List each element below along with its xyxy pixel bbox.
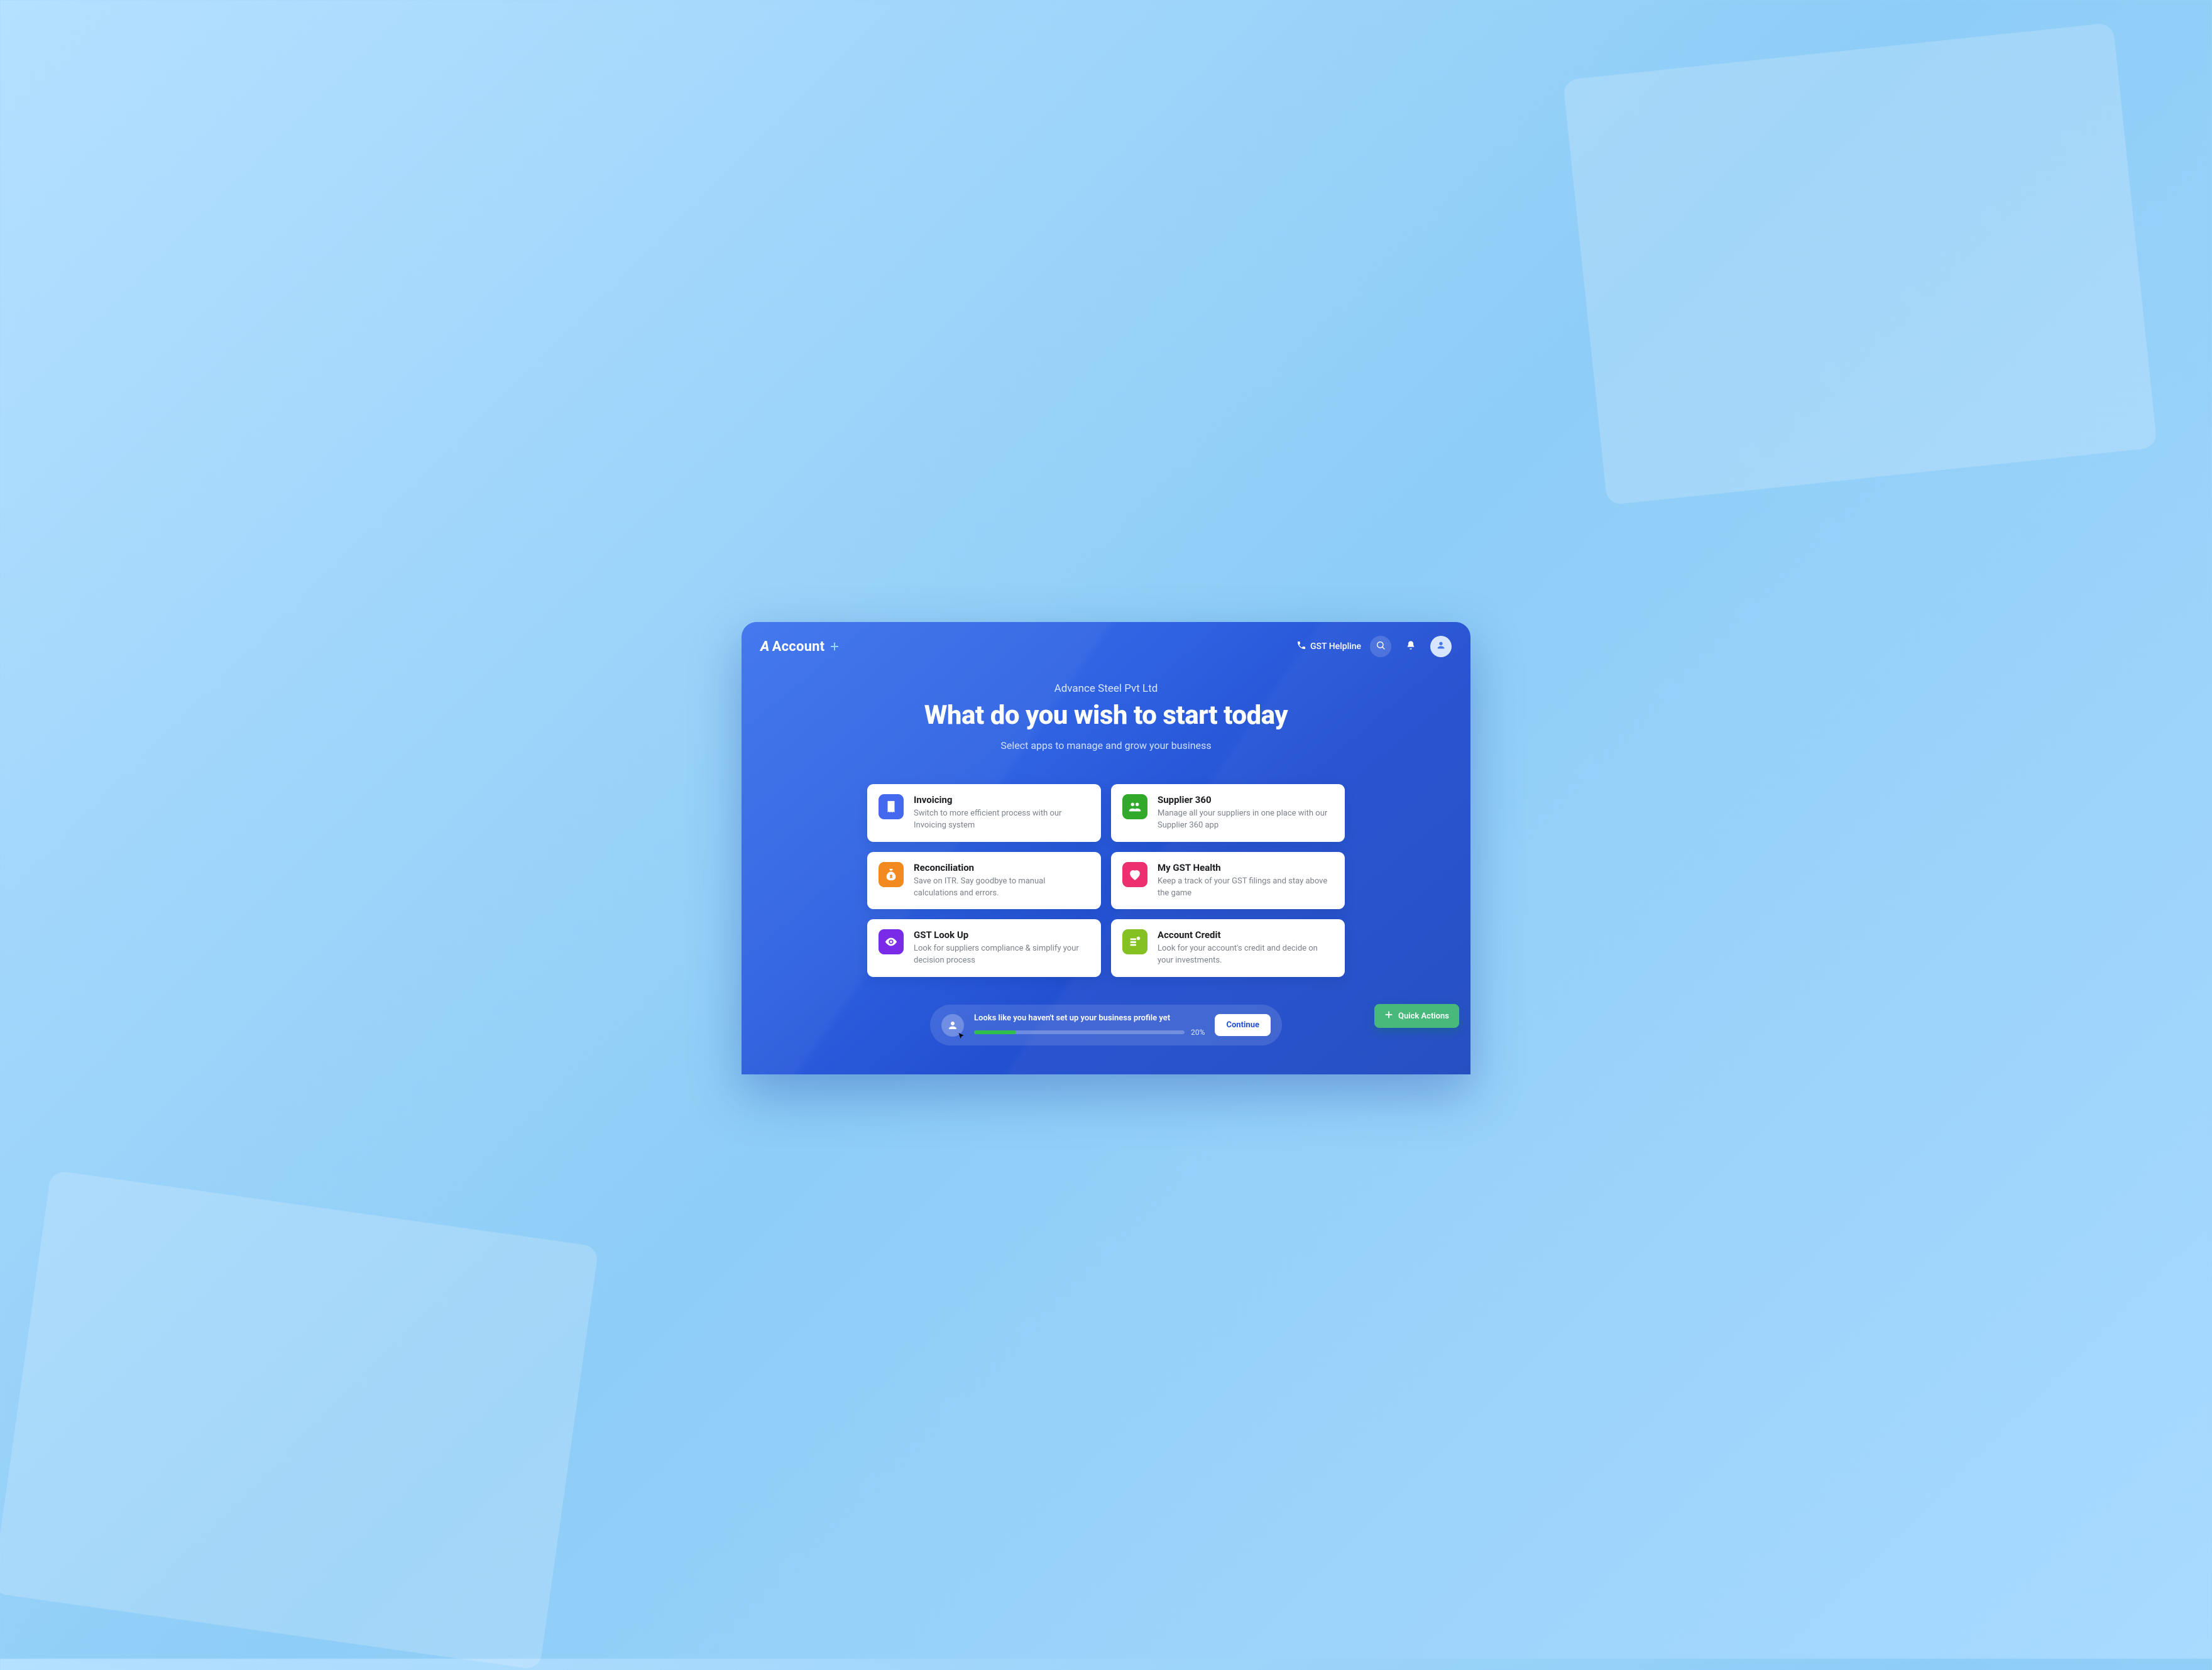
company-name: Advance Steel Pvt Ltd [742, 682, 1470, 695]
heart-pulse-icon [1122, 862, 1147, 887]
app-card-title: My GST Health [1158, 862, 1333, 873]
brand-mark: A [760, 639, 770, 655]
plus-icon [830, 641, 840, 652]
page-title: What do you wish to start today [742, 700, 1470, 731]
app-card-supplier360[interactable]: Supplier 360 Manage all your suppliers i… [1111, 784, 1345, 842]
profile-setup-banner: Looks like you haven't set up your busin… [930, 1005, 1282, 1045]
brand-name: Account [772, 639, 825, 655]
app-card-desc: Keep a track of your GST filings and sta… [1158, 876, 1333, 900]
app-card-credit[interactable]: Account Credit Look for your account's c… [1111, 919, 1345, 977]
app-card-title: GST Look Up [914, 929, 1090, 941]
app-card-reconciliation[interactable]: Reconciliation Save on ITR. Say goodbye … [867, 852, 1101, 910]
quick-actions-label: Quick Actions [1398, 1012, 1449, 1021]
brand-logo[interactable]: AAccount [760, 639, 840, 655]
quick-actions-button[interactable]: Quick Actions [1374, 1004, 1459, 1028]
user-icon [1436, 640, 1446, 653]
banner-message: Looks like you haven't set up your busin… [974, 1013, 1205, 1023]
app-card-desc: Save on ITR. Say goodbye to manual calcu… [914, 876, 1090, 900]
phone-icon [1296, 640, 1306, 653]
search-button[interactable] [1370, 636, 1391, 657]
helpline-label: GST Helpline [1310, 641, 1361, 652]
app-card-gstlookup[interactable]: GST Look Up Look for suppliers complianc… [867, 919, 1101, 977]
profile-progress-label: 20% [1191, 1028, 1205, 1037]
page-subtitle: Select apps to manage and grow your busi… [742, 739, 1470, 751]
hero: Advance Steel Pvt Ltd What do you wish t… [742, 682, 1470, 751]
app-window: AAccount GST Helpline [742, 622, 1470, 1074]
app-card-desc: Look for your account's credit and decid… [1158, 943, 1333, 967]
notifications-button[interactable] [1400, 636, 1421, 657]
money-bag-icon [879, 862, 904, 887]
app-cards-grid: Invoicing Switch to more efficient proce… [867, 784, 1345, 977]
app-card-desc: Manage all your suppliers in one place w… [1158, 808, 1333, 832]
app-card-gsthealth[interactable]: My GST Health Keep a track of your GST f… [1111, 852, 1345, 910]
plus-icon [1384, 1010, 1393, 1022]
app-card-title: Account Credit [1158, 929, 1333, 941]
receipt-icon [879, 794, 904, 819]
profile-progress-bar [974, 1030, 1185, 1034]
gst-helpline-link[interactable]: GST Helpline [1296, 640, 1361, 653]
continue-button[interactable]: Continue [1215, 1014, 1271, 1036]
app-header: AAccount GST Helpline [742, 622, 1470, 671]
coins-icon [1122, 929, 1147, 954]
cursor-icon [958, 1030, 965, 1038]
app-card-title: Supplier 360 [1158, 794, 1333, 805]
bell-icon [1406, 640, 1416, 653]
profile-placeholder-icon [941, 1014, 964, 1037]
app-card-invoicing[interactable]: Invoicing Switch to more efficient proce… [867, 784, 1101, 842]
app-card-desc: Switch to more efficient process with ou… [914, 808, 1090, 832]
header-actions: GST Helpline [1296, 636, 1452, 657]
eye-icon [879, 929, 904, 954]
profile-button[interactable] [1430, 636, 1452, 657]
search-icon [1376, 640, 1386, 653]
app-card-title: Invoicing [914, 794, 1090, 805]
people-icon [1122, 794, 1147, 819]
app-card-title: Reconciliation [914, 862, 1090, 873]
app-card-desc: Look for suppliers compliance & simplify… [914, 943, 1090, 967]
profile-progress-fill [974, 1030, 1016, 1034]
